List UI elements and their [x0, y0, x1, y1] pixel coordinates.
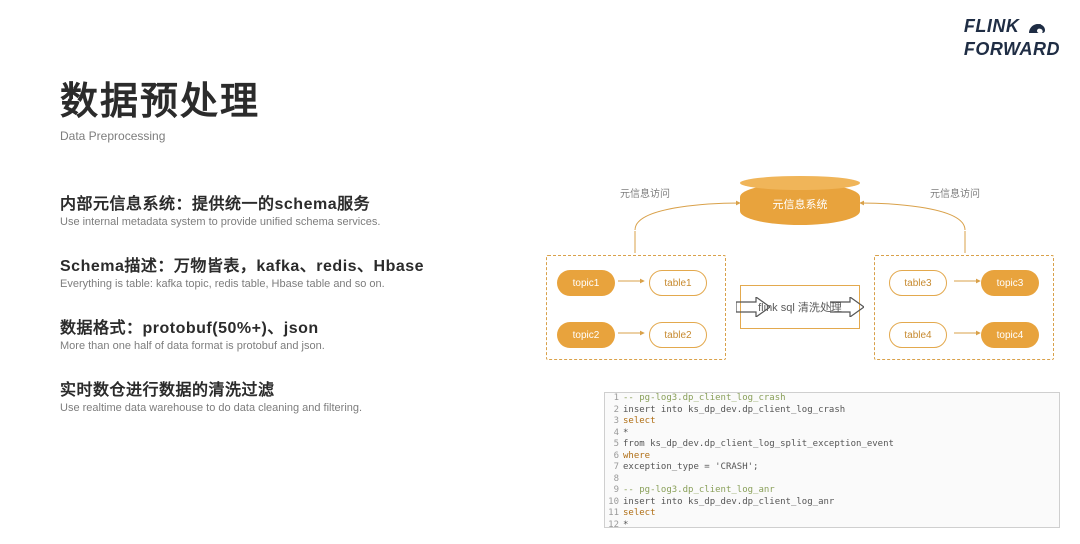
- code-text: select: [623, 416, 1059, 428]
- code-line: 9-- pg-log3.dp_client_log_anr: [605, 485, 1059, 497]
- code-line: 1-- pg-log3.dp_client_log_crash: [605, 393, 1059, 405]
- brand-logo-line2: FORWARD: [964, 39, 1060, 59]
- code-line: 6where: [605, 451, 1059, 463]
- code-text: -- pg-log3.dp_client_log_crash: [623, 393, 1059, 405]
- slide-title-cn: 数据预处理: [60, 70, 260, 125]
- code-line: 4*: [605, 428, 1059, 440]
- slide-title-en: Data Preprocessing: [60, 129, 260, 143]
- line-number: 7: [605, 462, 623, 474]
- output-group: table3 topic3 table4 topic4: [874, 255, 1054, 360]
- bullet-item: 内部元信息系统：提供统一的schema服务 Use internal metad…: [60, 190, 520, 228]
- code-text: insert into ks_dp_dev.dp_client_log_anr: [623, 497, 1059, 509]
- line-number: 12: [605, 520, 623, 528]
- bullet-item: 实时数仓进行数据的清洗过滤 Use realtime data warehous…: [60, 376, 520, 414]
- node-topic4: topic4: [981, 322, 1039, 348]
- line-number: 3: [605, 416, 623, 428]
- code-line: 8: [605, 474, 1059, 486]
- architecture-diagram: 元信息访问 元信息访问 元信息系统 topic1 table1 topic2 t…: [540, 175, 1060, 375]
- code-text: *: [623, 428, 1059, 440]
- bullet-en: More than one half of data format is pro…: [60, 340, 520, 352]
- code-text: *: [623, 520, 1059, 528]
- node-table3: table3: [889, 270, 947, 296]
- code-text: exception_type = 'CRASH';: [623, 462, 1059, 474]
- code-line: 2insert into ks_dp_dev.dp_client_log_cra…: [605, 405, 1059, 417]
- code-text: where: [623, 451, 1059, 463]
- node-table4: table4: [889, 322, 947, 348]
- bullet-en: Everything is table: kafka topic, redis …: [60, 278, 520, 290]
- node-table1: table1: [649, 270, 707, 296]
- code-line: 7exception_type = 'CRASH';: [605, 462, 1059, 474]
- slide-title: 数据预处理 Data Preprocessing: [60, 70, 260, 143]
- code-text: [623, 474, 1059, 486]
- line-number: 1: [605, 393, 623, 405]
- line-number: 6: [605, 451, 623, 463]
- code-text: -- pg-log3.dp_client_log_anr: [623, 485, 1059, 497]
- code-text: from ks_dp_dev.dp_client_log_split_excep…: [623, 439, 1059, 451]
- bullet-cn: 数据格式：protobuf(50%+)、json: [60, 314, 520, 338]
- code-line: 10insert into ks_dp_dev.dp_client_log_an…: [605, 497, 1059, 509]
- node-topic1: topic1: [557, 270, 615, 296]
- code-line: 11select: [605, 508, 1059, 520]
- bullet-item: 数据格式：protobuf(50%+)、json More than one h…: [60, 314, 520, 352]
- arrow-right-icon: [736, 297, 770, 317]
- node-topic3: topic3: [981, 270, 1039, 296]
- line-number: 9: [605, 485, 623, 497]
- meta-access-label-left: 元信息访问: [620, 185, 670, 200]
- bullet-cn: Schema描述：万物皆表，kafka、redis、Hbase: [60, 252, 520, 276]
- line-number: 4: [605, 428, 623, 440]
- arrow-right-icon: [830, 297, 864, 317]
- brand-logo-line1: FLINK: [964, 16, 1020, 36]
- line-number: 10: [605, 497, 623, 509]
- meta-access-label-right: 元信息访问: [930, 185, 980, 200]
- bullet-cn: 实时数仓进行数据的清洗过滤: [60, 376, 520, 400]
- code-line: 5from ks_dp_dev.dp_client_log_split_exce…: [605, 439, 1059, 451]
- code-text: insert into ks_dp_dev.dp_client_log_cras…: [623, 405, 1059, 417]
- metadata-db: 元信息系统: [740, 183, 860, 225]
- sql-code-block: 1-- pg-log3.dp_client_log_crash2insert i…: [604, 392, 1060, 528]
- brand-logo: FLINK FORWARD: [964, 18, 1060, 58]
- bullet-cn: 内部元信息系统：提供统一的schema服务: [60, 190, 520, 214]
- bullet-en: Use internal metadata system to provide …: [60, 216, 520, 228]
- bullet-list: 内部元信息系统：提供统一的schema服务 Use internal metad…: [60, 190, 520, 438]
- code-line: 3select: [605, 416, 1059, 428]
- squirrel-icon: [1026, 18, 1048, 41]
- line-number: 11: [605, 508, 623, 520]
- code-text: select: [623, 508, 1059, 520]
- line-number: 2: [605, 405, 623, 417]
- node-table2: table2: [649, 322, 707, 348]
- bullet-en: Use realtime data warehouse to do data c…: [60, 402, 520, 414]
- input-group: topic1 table1 topic2 table2: [546, 255, 726, 360]
- line-number: 8: [605, 474, 623, 486]
- node-topic2: topic2: [557, 322, 615, 348]
- line-number: 5: [605, 439, 623, 451]
- metadata-db-label: 元信息系统: [773, 196, 828, 212]
- bullet-item: Schema描述：万物皆表，kafka、redis、Hbase Everythi…: [60, 252, 520, 290]
- code-line: 12*: [605, 520, 1059, 528]
